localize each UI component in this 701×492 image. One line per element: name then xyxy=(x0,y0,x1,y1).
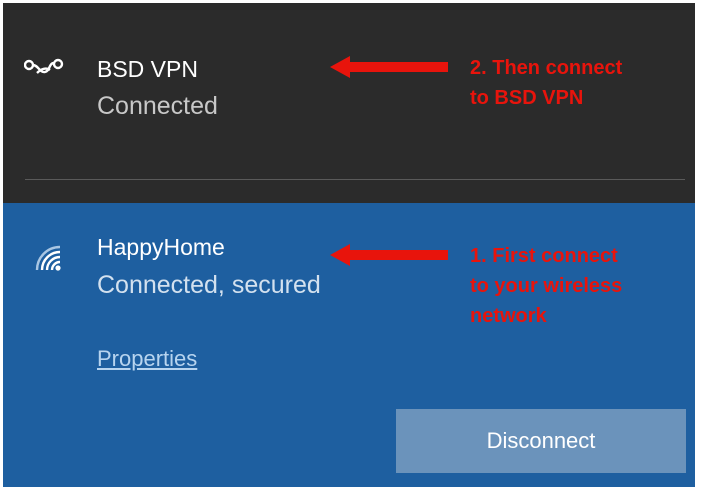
network-flyout: BSD VPN Connected 2. Then connect to BSD… xyxy=(3,3,695,487)
annotation-step-1: 1. First connect to your wireless networ… xyxy=(470,245,623,327)
disconnect-button[interactable]: Disconnect xyxy=(396,409,686,473)
vpn-name: BSD VPN xyxy=(97,56,198,82)
annotation-step-2: 2. Then connect to BSD VPN xyxy=(470,57,623,109)
vpn-connection-item[interactable]: BSD VPN Connected 2. Then connect to BSD… xyxy=(3,3,695,203)
vpn-status: Connected xyxy=(97,92,218,120)
arrow-left-icon xyxy=(330,244,448,266)
wifi-connection-item[interactable]: HappyHome Connected, secured Properties … xyxy=(3,203,695,487)
vpn-icon xyxy=(24,58,64,74)
arrow-left-icon xyxy=(330,56,448,78)
wifi-status: Connected, secured xyxy=(97,271,321,299)
wifi-name: HappyHome xyxy=(97,234,225,260)
divider xyxy=(25,179,685,180)
wifi-signal-icon xyxy=(35,245,61,271)
properties-link[interactable]: Properties xyxy=(97,346,197,372)
